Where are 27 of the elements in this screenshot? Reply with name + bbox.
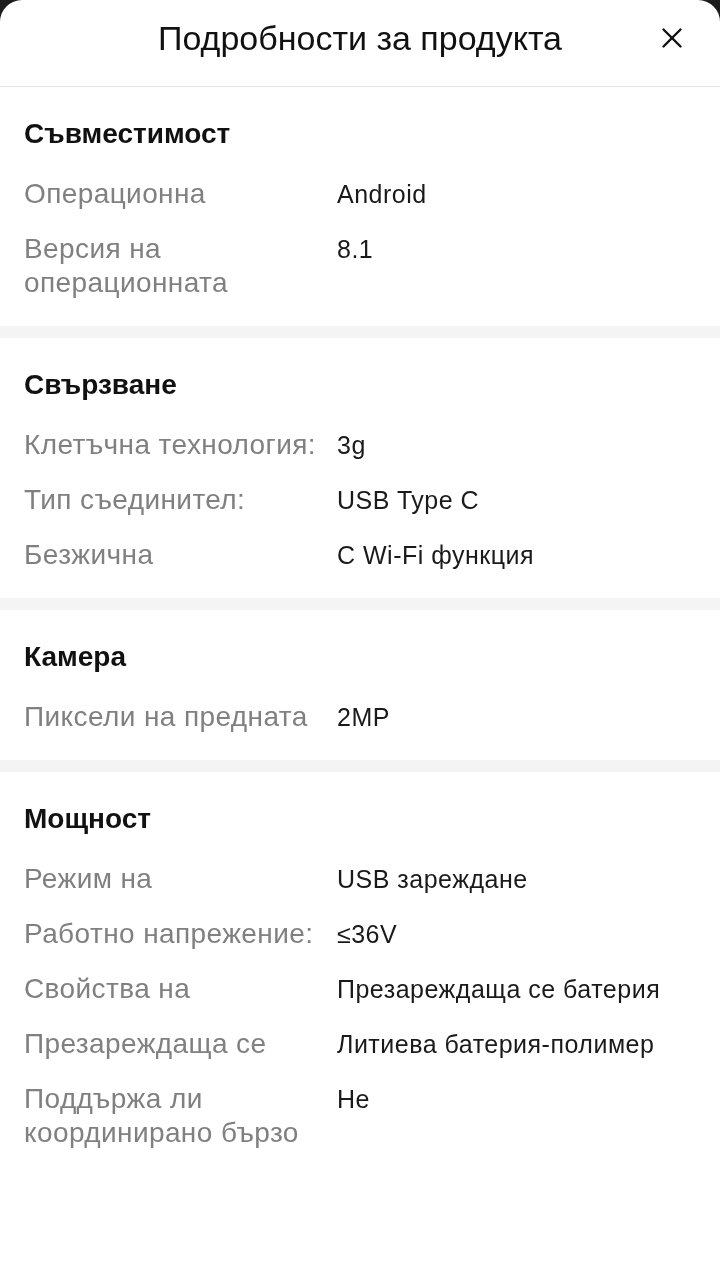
spec-label: Презареждаща се (24, 1027, 268, 1061)
section-heading: Камера (24, 640, 128, 674)
spec-value: Не (337, 1084, 371, 1115)
spec-label: Операционна (24, 177, 207, 211)
spec-value: 2MP (337, 702, 391, 733)
spec-value: ≤36V (337, 919, 399, 950)
spec-label: Пиксели на предната (24, 700, 309, 734)
spec-value: USB зареждане (337, 864, 529, 895)
spec-label: Безжична (24, 538, 155, 572)
spec-value: 8.1 (337, 234, 375, 265)
section-heading: Съвместимост (24, 117, 232, 151)
spec-label: Клетъчна технология: (24, 428, 317, 462)
spec-label: Версия на операционната (24, 232, 229, 300)
section-heading: Мощност (24, 802, 152, 836)
spec-label: Тип съединител: (24, 483, 247, 517)
spec-label: Режим на (24, 862, 154, 896)
spec-value: Презареждаща се батерия (337, 974, 662, 1005)
spec-value: Литиева батерия-полимер (337, 1029, 656, 1060)
spec-label: Работно напрежение: (24, 917, 315, 951)
spec-value: Android (337, 179, 428, 210)
spec-value: С Wi-Fi функция (337, 540, 536, 571)
spec-value: 3g (337, 430, 367, 461)
section-heading: Свързване (24, 368, 178, 402)
spec-value: USB Type C (337, 485, 481, 516)
sheet-title: Подробности за продукта (157, 18, 563, 59)
spec-label: Свойства на (24, 972, 192, 1006)
spec-label: Поддържа ли координирано бързо (24, 1082, 300, 1150)
